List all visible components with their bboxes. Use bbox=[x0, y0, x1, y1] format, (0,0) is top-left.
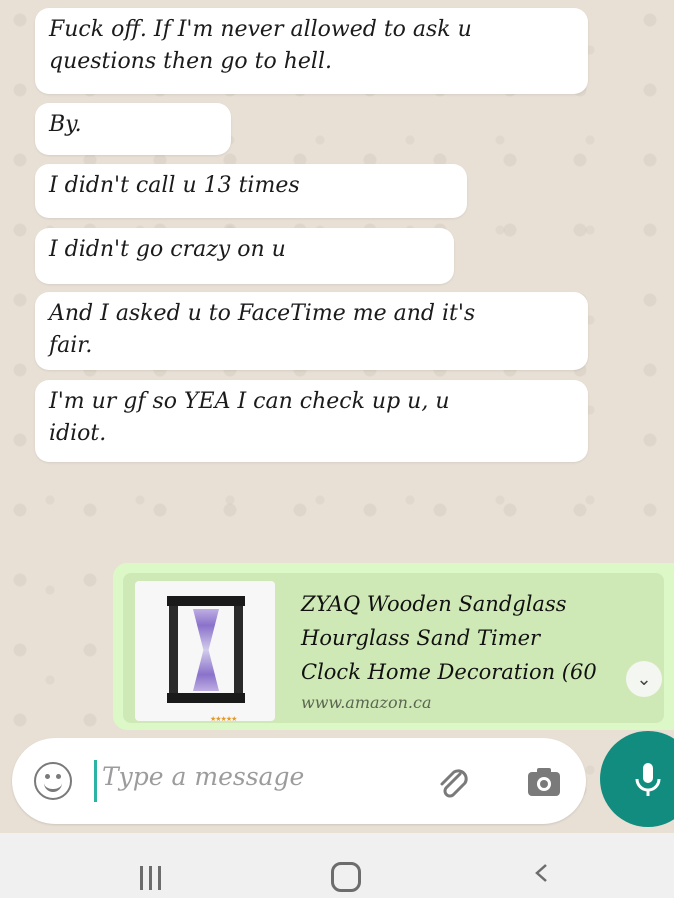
message-text: fair. bbox=[49, 333, 93, 358]
message-text: And I asked u to FaceTime me and it's bbox=[49, 301, 476, 326]
message-bubble[interactable]: And I asked u to FaceTime me and it's fa… bbox=[35, 292, 588, 370]
link-preview-title[interactable]: ZYAQ Wooden Sandglass Hourglass Sand Tim… bbox=[301, 587, 631, 689]
message-text: I didn't call u 13 times bbox=[49, 173, 300, 198]
message-text: idiot. bbox=[49, 421, 107, 446]
home-icon[interactable] bbox=[331, 862, 361, 892]
back-icon[interactable] bbox=[532, 863, 552, 883]
message-bubble[interactable]: I'm ur gf so YEA I can check up u, u idi… bbox=[35, 380, 588, 462]
paperclip-icon[interactable] bbox=[432, 762, 472, 802]
message-list[interactable]: Fuck off. If I'm never allowed to ask u … bbox=[0, 0, 674, 740]
product-thumbnail: ★★★★★ bbox=[135, 581, 275, 723]
camera-icon[interactable] bbox=[522, 760, 566, 804]
message-text: By. bbox=[49, 112, 82, 137]
message-bubble[interactable]: I didn't go crazy on u bbox=[35, 228, 454, 284]
message-text: I didn't go crazy on u bbox=[49, 237, 286, 262]
emoji-icon[interactable] bbox=[34, 762, 72, 800]
system-navigation-bar bbox=[0, 833, 674, 898]
message-text: I'm ur gf so YEA I can check up u, u bbox=[49, 389, 450, 414]
message-text: Fuck off. If I'm never allowed to ask u bbox=[49, 17, 472, 42]
recent-apps-icon[interactable] bbox=[140, 866, 161, 890]
link-preview-card[interactable]: ★★★★★ ZYAQ Wooden Sandglass Hourglass Sa… bbox=[123, 573, 664, 723]
link-preview-url: www.amazon.ca bbox=[301, 693, 432, 712]
message-input[interactable]: Type a message bbox=[102, 762, 304, 791]
message-bubble[interactable]: By. bbox=[35, 103, 231, 155]
microphone-icon bbox=[635, 763, 661, 796]
microphone-button[interactable] bbox=[600, 731, 674, 831]
message-text: questions then go to hell. bbox=[49, 49, 332, 74]
chevron-down-icon[interactable]: ⌄ bbox=[626, 661, 662, 697]
outgoing-link-message[interactable]: ★★★★★ ZYAQ Wooden Sandglass Hourglass Sa… bbox=[113, 563, 674, 730]
message-composer: Type a message bbox=[12, 738, 586, 824]
message-bubble[interactable]: Fuck off. If I'm never allowed to ask u … bbox=[35, 8, 588, 94]
message-bubble[interactable]: I didn't call u 13 times bbox=[35, 164, 467, 218]
text-cursor bbox=[94, 760, 97, 802]
